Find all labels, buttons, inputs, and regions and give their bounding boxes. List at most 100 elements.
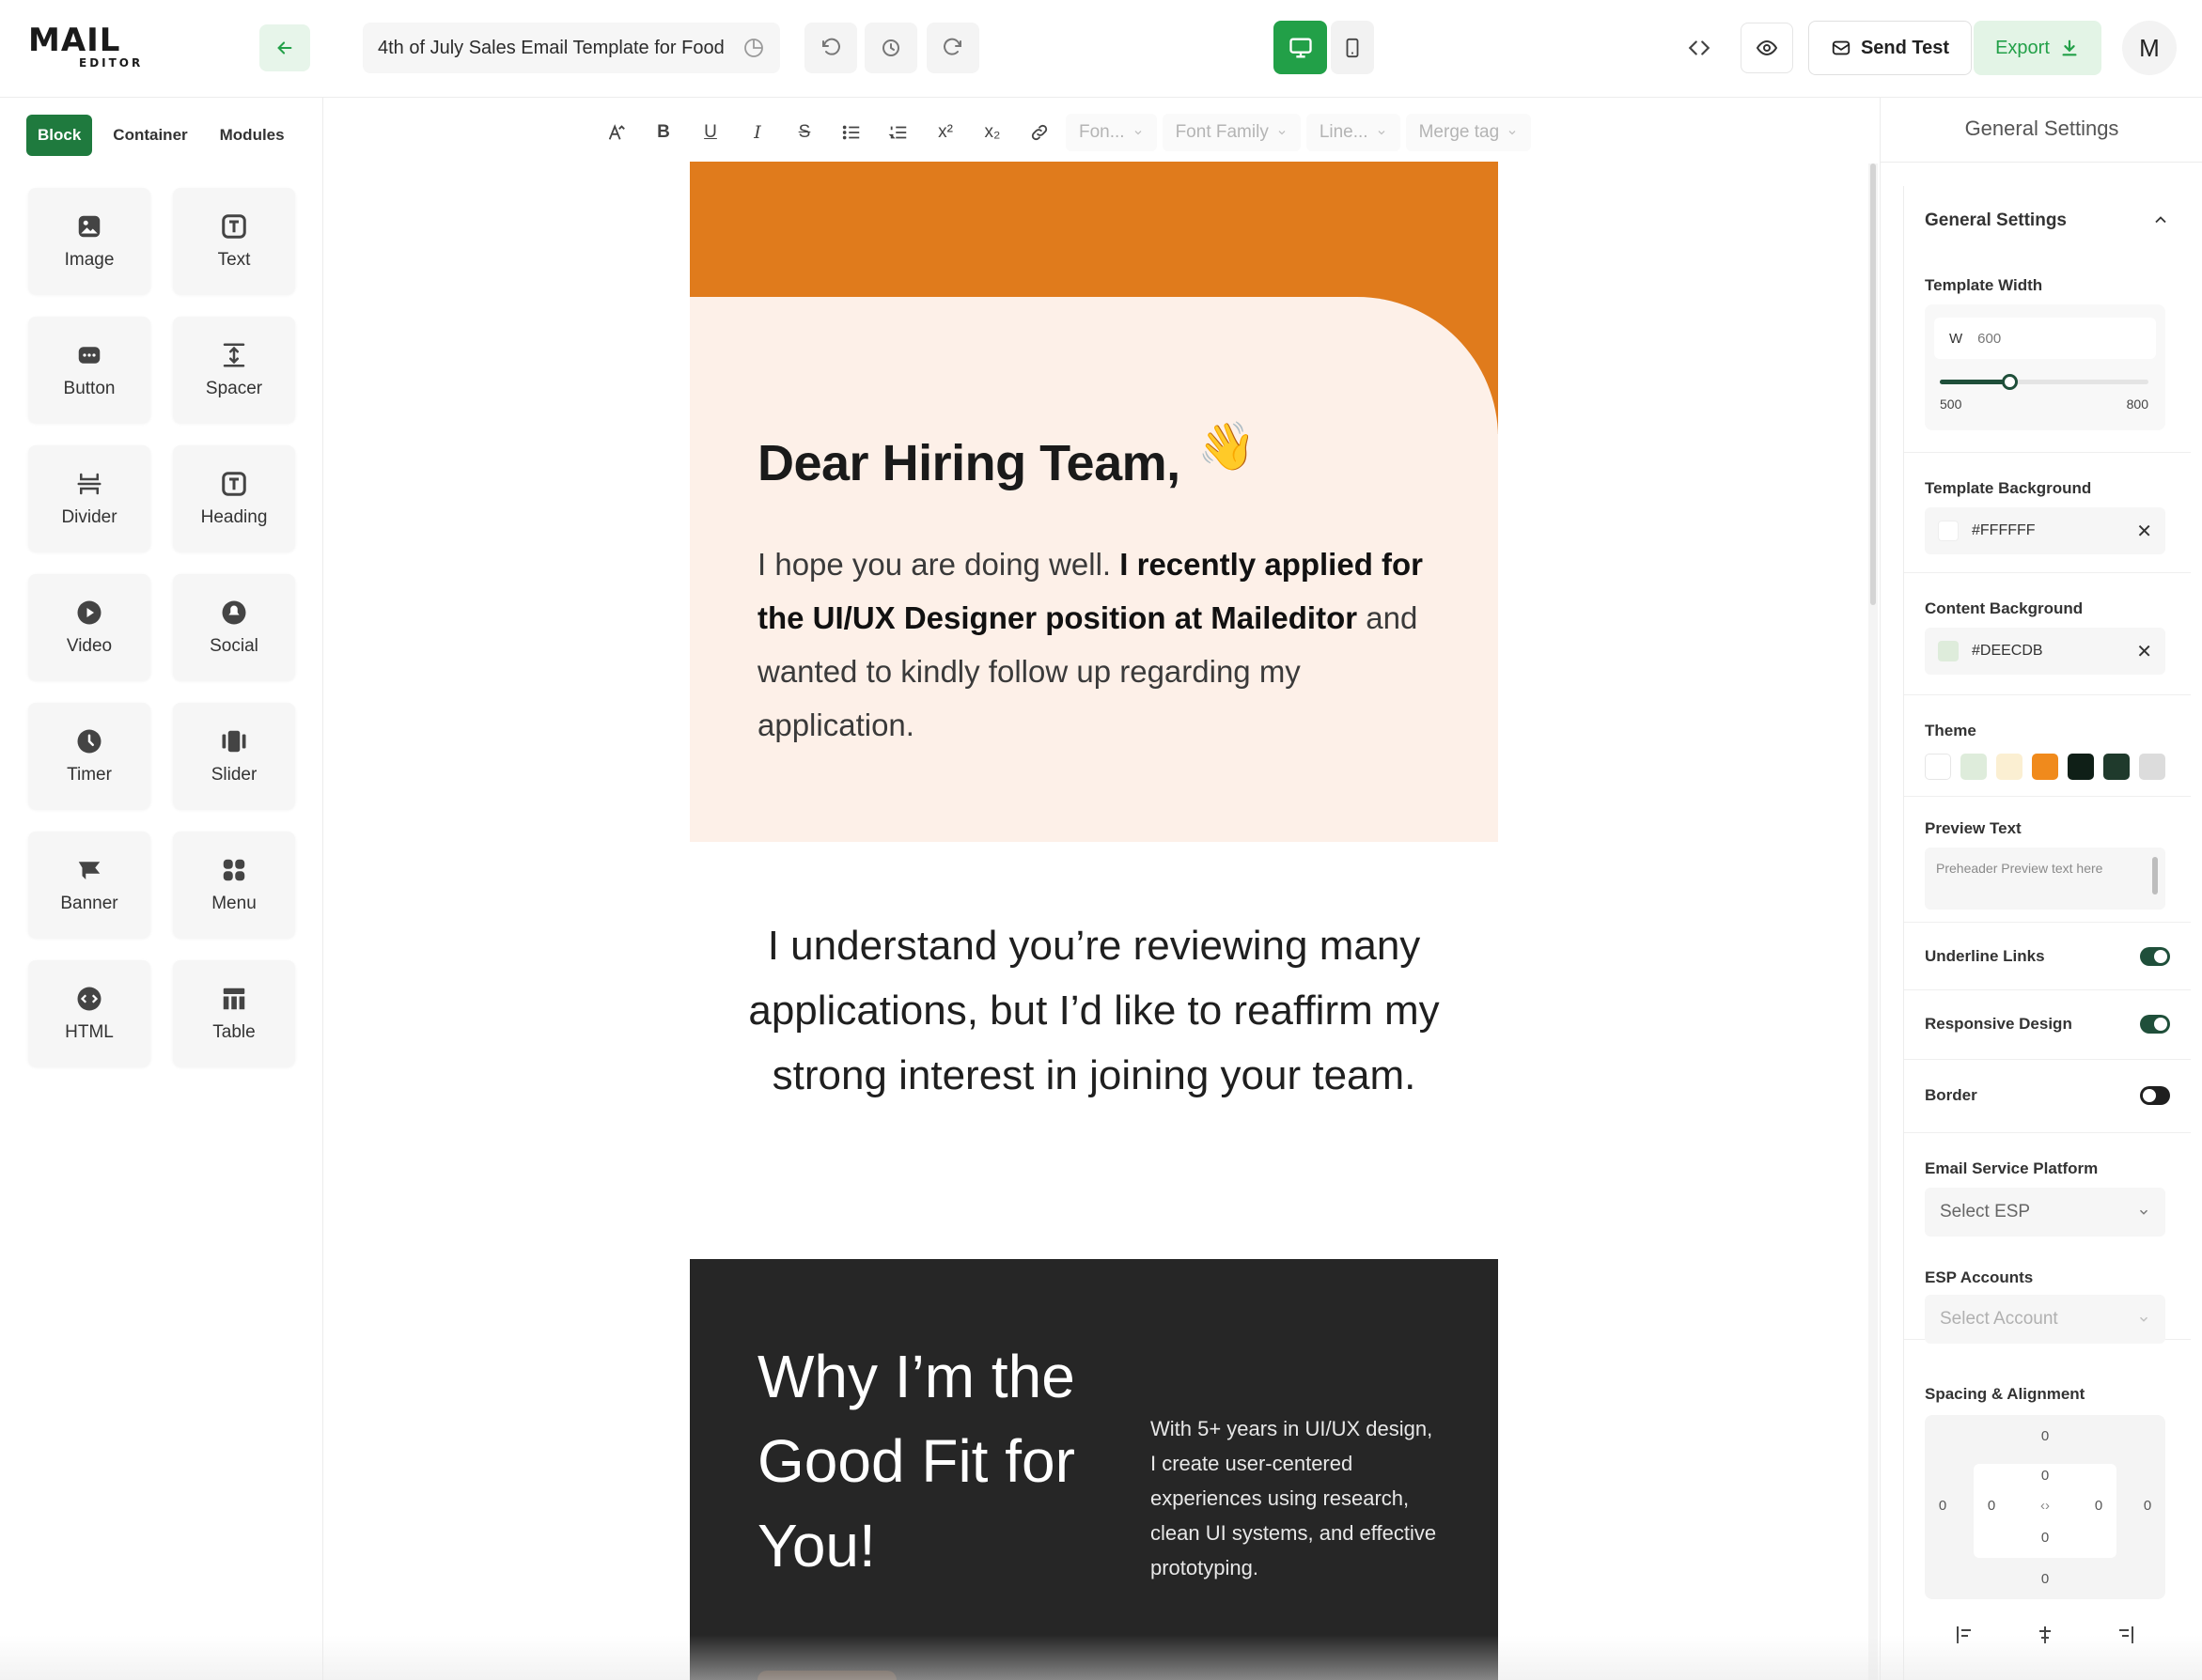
esp-accounts-select[interactable]: Select Account (1925, 1295, 2165, 1344)
clear-icon[interactable]: ✕ (2136, 640, 2152, 663)
block-heading[interactable]: Heading (173, 445, 295, 552)
line-height-select[interactable]: Line... (1305, 114, 1400, 151)
block-divider[interactable]: Divider (28, 445, 150, 552)
merge-tag-select[interactable]: Merge tag (1405, 114, 1532, 151)
editor-canvas: B U I S x² x₂ Fon... Font Family Line...… (323, 98, 1880, 1680)
preview-button[interactable] (1741, 23, 1793, 73)
email-intro-text[interactable]: I hope you are doing well. I recently ap… (757, 537, 1453, 752)
send-test-label: Send Test (1860, 37, 1950, 58)
width-slider-handle[interactable] (2002, 374, 2018, 390)
subscript-button[interactable]: x₂ (972, 114, 1013, 151)
esp-accounts-label: ESP Accounts (1925, 1268, 2034, 1286)
theme-swatch[interactable] (2068, 754, 2094, 780)
chevron-down-icon (1134, 131, 1142, 135)
theme-swatch[interactable] (2139, 754, 2165, 780)
block-slider[interactable]: Slider (173, 703, 295, 809)
underline-links-toggle[interactable] (2140, 947, 2170, 966)
code-view-button[interactable] (1673, 23, 1726, 73)
email-intro-section[interactable]: Dear Hiring Team, 👋 I hope you are doing… (690, 297, 1498, 842)
theme-swatch[interactable] (1960, 754, 1987, 780)
template-title-field[interactable]: 4th of July Sales Email Template for Foo… (363, 23, 780, 73)
block-table[interactable]: Table (173, 960, 295, 1066)
chevron-down-icon (1278, 131, 1286, 135)
block-menu[interactable]: Menu (173, 832, 295, 938)
block-html[interactable]: HTML (28, 960, 150, 1066)
font-size-select[interactable]: Fon... (1066, 114, 1157, 151)
block-label: Text (217, 249, 251, 270)
block-text[interactable]: Text (173, 188, 295, 294)
block-banner[interactable]: Banner (28, 832, 150, 938)
theme-swatch[interactable] (2103, 754, 2130, 780)
email-greeting[interactable]: Dear Hiring Team, (757, 434, 1180, 492)
avatar[interactable]: M (2122, 21, 2177, 75)
bullet-list-button[interactable] (831, 114, 872, 151)
bullet-list-icon (842, 125, 860, 140)
width-slider-track[interactable] (1940, 374, 2148, 390)
underline-button[interactable]: U (690, 114, 731, 151)
content-background-field[interactable]: #DEECDB ✕ (1925, 628, 2165, 675)
block-social[interactable]: Social (173, 574, 295, 680)
template-width-input[interactable]: W 600 (1934, 318, 2156, 359)
margin-top-value[interactable]: 0 (2031, 1428, 2059, 1444)
export-button[interactable]: Export (1974, 21, 2101, 75)
theme-swatch[interactable] (1925, 754, 1951, 780)
theme-swatches (1925, 754, 2165, 780)
margin-bottom-value[interactable]: 0 (2031, 1571, 2059, 1587)
theme-swatch[interactable] (1996, 754, 2022, 780)
border-toggle[interactable] (2140, 1086, 2170, 1105)
padding-top-value[interactable]: 0 (2031, 1468, 2059, 1484)
send-test-button[interactable]: Send Test (1808, 21, 1972, 75)
tab-modules[interactable]: Modules (209, 115, 296, 156)
template-background-section: Template Background #FFFFFF ✕ (1904, 453, 2191, 573)
chevron-down-icon (1378, 131, 1385, 135)
esp-select[interactable]: Select ESP (1925, 1188, 2165, 1237)
resize-handle[interactable] (2152, 857, 2158, 894)
italic-icon: I (754, 122, 761, 143)
superscript-button[interactable]: x² (925, 114, 966, 151)
block-spacer[interactable]: Spacer (173, 317, 295, 423)
margin-right-value[interactable]: 0 (2133, 1498, 2162, 1514)
history-button[interactable] (865, 23, 917, 73)
text-style-button[interactable] (596, 114, 637, 151)
undo-button[interactable] (804, 23, 857, 73)
numbered-list-button[interactable] (878, 114, 919, 151)
theme-swatch[interactable] (2032, 754, 2058, 780)
font-family-select[interactable]: Font Family (1162, 114, 1301, 151)
width-slider-max: 800 (2126, 397, 2148, 412)
mobile-view-button[interactable] (1331, 21, 1374, 74)
email-middle-text[interactable]: I understand you’re reviewing many appli… (746, 913, 1442, 1108)
block-timer[interactable]: Timer (28, 703, 150, 809)
padding-left-value[interactable]: 0 (1977, 1498, 2006, 1514)
link-spacing-icon[interactable]: ‹› (2031, 1498, 2059, 1514)
link-button[interactable] (1019, 114, 1060, 151)
bottom-shadow (0, 1635, 2202, 1680)
email-why-section[interactable]: Why I’m the Good Fit for You! With 5+ ye… (690, 1259, 1498, 1680)
clear-icon[interactable]: ✕ (2136, 520, 2152, 543)
general-settings-heading: General Settings (1925, 210, 2067, 230)
redo-button[interactable] (927, 23, 979, 73)
why-title[interactable]: Why I’m the Good Fit for You! (757, 1334, 1096, 1588)
tab-container[interactable]: Container (102, 115, 198, 156)
italic-button[interactable]: I (737, 114, 778, 151)
chevron-up-icon[interactable] (2151, 210, 2170, 229)
block-image[interactable]: Image (28, 188, 150, 294)
esp-value: Select ESP (1940, 1202, 2031, 1221)
back-button[interactable] (259, 24, 310, 71)
button-icon (78, 346, 101, 364)
strikethrough-button[interactable]: S (784, 114, 825, 151)
desktop-view-button[interactable] (1273, 21, 1327, 74)
block-button[interactable]: Button (28, 317, 150, 423)
logo-sub: EDITOR (79, 56, 144, 70)
template-background-field[interactable]: #FFFFFF ✕ (1925, 507, 2165, 554)
padding-right-value[interactable]: 0 (2085, 1498, 2113, 1514)
block-video[interactable]: Video (28, 574, 150, 680)
padding-bottom-value[interactable]: 0 (2031, 1530, 2059, 1546)
responsive-design-toggle[interactable] (2140, 1015, 2170, 1034)
block-label: Banner (60, 893, 118, 913)
why-description[interactable]: With 5+ years in UI/UX design, I create … (1150, 1411, 1442, 1585)
canvas-scrollbar[interactable] (1870, 163, 1876, 605)
tab-block[interactable]: Block (26, 115, 93, 156)
preview-text-input[interactable]: Preheader Preview text here (1925, 848, 2165, 910)
bold-button[interactable]: B (643, 114, 684, 151)
margin-left-value[interactable]: 0 (1929, 1498, 1957, 1514)
